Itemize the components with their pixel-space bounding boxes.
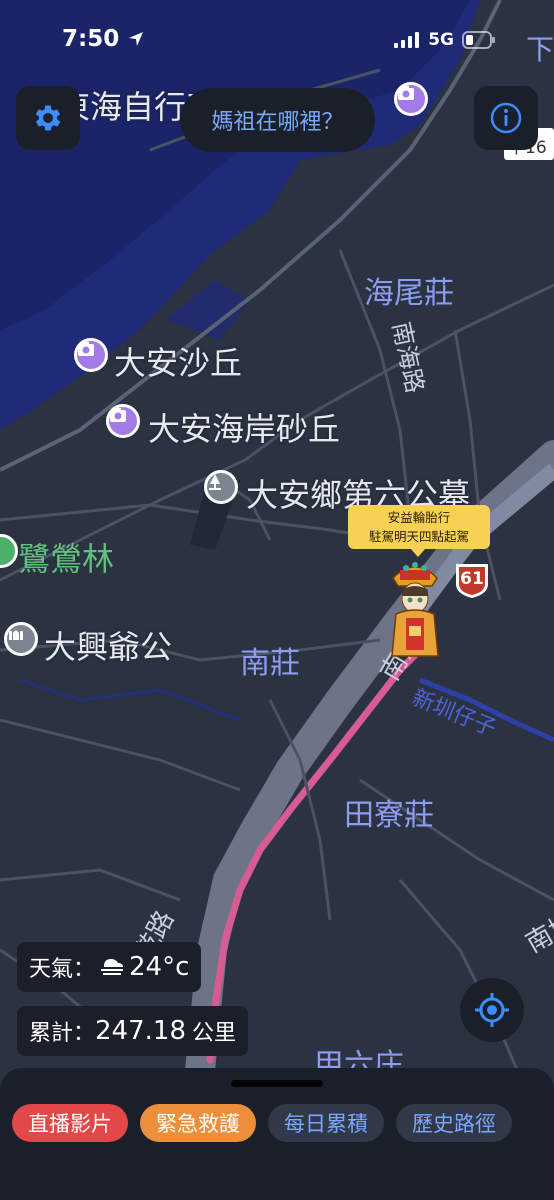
temple-icon[interactable] — [4, 622, 38, 656]
map-label-egret-forest: 鷺鶯林 — [18, 540, 115, 578]
callout-status: 駐駕明天四點起駕 — [368, 529, 469, 544]
location-arrow-icon — [129, 32, 144, 46]
battery-icon — [462, 31, 495, 49]
status-time: 7:50 — [62, 26, 145, 52]
location-callout[interactable]: 安益輪胎行 駐駕明天四點起駕 — [348, 505, 490, 557]
status-bar: 7:50 5G — [0, 0, 554, 80]
fog-icon — [101, 959, 124, 975]
info-button[interactable] — [474, 86, 538, 150]
map-label-tianliao: 田寮莊 — [344, 798, 434, 833]
tab-daily-total[interactable]: 每日累積 — [268, 1104, 384, 1142]
distance-box: 累計： 247.18 公里 — [17, 1006, 249, 1056]
tab-history-path[interactable]: 歷史路徑 — [396, 1104, 512, 1142]
camera-icon[interactable] — [74, 338, 108, 372]
temperature-value: 24°c — [129, 952, 190, 982]
settings-button[interactable] — [16, 86, 80, 150]
network-type: 5G — [428, 30, 454, 50]
distance-unit: 公里 — [192, 1021, 237, 1046]
route-61-label: 61 — [460, 569, 484, 589]
distance-label: 累計： — [29, 1021, 96, 1046]
sheet-handle[interactable] — [231, 1080, 323, 1087]
where-is-mazu-button[interactable]: 媽祖在哪裡？ — [180, 88, 375, 152]
map-label-daan-coast-dune: 大安海岸砂丘 — [148, 410, 341, 448]
map-label-nanzhuang: 南莊 — [240, 646, 300, 681]
cemetery-icon[interactable] — [204, 470, 238, 504]
route-61-shield: 61 — [452, 560, 492, 600]
locate-me-button[interactable] — [460, 978, 524, 1042]
bottom-sheet[interactable]: 直播影片 緊急救護 每日累積 歷史路徑 — [0, 1068, 554, 1200]
camera-icon[interactable] — [106, 404, 140, 438]
weather-box: 天氣： 24°c — [17, 942, 202, 992]
tab-live-video[interactable]: 直播影片 — [12, 1104, 128, 1142]
tab-row: 直播影片 緊急救護 每日累積 歷史路徑 — [12, 1104, 512, 1142]
tab-emergency[interactable]: 緊急救護 — [140, 1104, 256, 1142]
distance-value: 247.18 — [95, 1016, 186, 1046]
weather-label: 天氣： — [29, 957, 96, 982]
info-icon — [490, 102, 522, 134]
crosshair-icon — [475, 993, 509, 1027]
mazu-marker-icon[interactable] — [388, 556, 442, 660]
gear-icon — [35, 105, 61, 131]
status-indicators: 5G — [394, 30, 496, 50]
map-label-daxing: 大興爺公 — [44, 628, 173, 666]
callout-place: 安益輪胎行 — [387, 510, 451, 525]
map-label-haiwei: 海尾莊 — [364, 276, 454, 311]
time-text: 7:50 — [62, 26, 120, 52]
camera-icon[interactable] — [394, 82, 428, 116]
signal-icon — [394, 32, 420, 48]
map-label-daan-dune: 大安沙丘 — [114, 344, 243, 382]
